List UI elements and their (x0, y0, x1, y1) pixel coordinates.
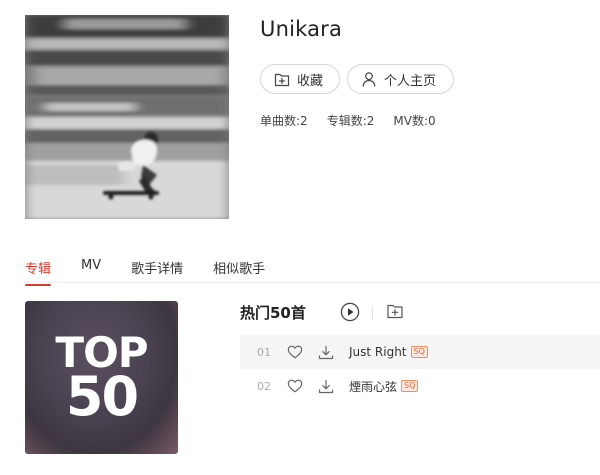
tab-divider (25, 282, 600, 283)
add-album-to-playlist-button[interactable] (386, 302, 404, 324)
album-cover-number-text: 50 (65, 365, 139, 428)
heart-icon[interactable] (287, 379, 303, 393)
album-title: 热门50首 (240, 304, 306, 322)
artist-stats: 单曲数:2 专辑数:2 MV数:0 (260, 112, 436, 129)
track-row[interactable]: 01 Just Right SQ (240, 335, 600, 369)
profile-label: 个人主页 (384, 73, 437, 89)
user-icon (361, 71, 377, 87)
profile-button[interactable]: 个人主页 (347, 64, 454, 94)
toolbar-separator (372, 306, 373, 319)
play-all-button[interactable] (340, 302, 360, 326)
artist-photo (25, 15, 229, 219)
track-title[interactable]: 煙雨心弦 (349, 378, 397, 395)
sq-quality-badge: SQ (401, 380, 419, 392)
track-number: 02 (257, 379, 271, 393)
download-icon[interactable] (318, 379, 334, 394)
download-icon[interactable] (318, 345, 334, 360)
track-row[interactable]: 02 煙雨心弦 SQ (240, 369, 600, 403)
favorite-button[interactable]: 收藏 (260, 64, 340, 94)
artist-name: Unikara (260, 17, 343, 41)
song-count: 单曲数:2 (260, 114, 308, 128)
sq-quality-badge: SQ (410, 346, 428, 358)
heart-icon[interactable] (287, 345, 303, 359)
add-to-folder-icon (274, 72, 290, 87)
mv-count: MV数:0 (393, 114, 436, 128)
track-number: 01 (257, 345, 271, 359)
add-to-folder-icon (386, 304, 404, 324)
album-count: 专辑数:2 (326, 114, 375, 128)
favorite-label: 收藏 (297, 73, 324, 89)
album-cover[interactable]: TOP 50 (25, 301, 178, 454)
play-circle-icon (340, 302, 360, 326)
track-title[interactable]: Just Right (349, 345, 407, 359)
